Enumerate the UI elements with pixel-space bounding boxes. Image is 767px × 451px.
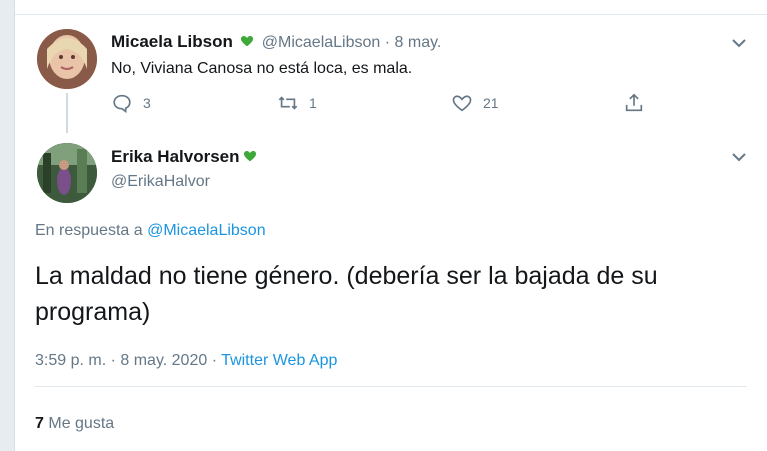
reply-count: 3: [143, 95, 151, 111]
tweet2-timestamp[interactable]: 3:59 p. m. · 8 may. 2020: [35, 352, 207, 369]
reply-button[interactable]: 3: [111, 92, 151, 114]
chevron-down-icon[interactable]: [732, 152, 746, 162]
share-button[interactable]: [623, 92, 645, 114]
avatar-erika[interactable]: [37, 143, 97, 203]
thread-connector: [66, 93, 68, 133]
chevron-down-icon[interactable]: [732, 38, 746, 48]
tweet1-handle[interactable]: @MicaelaLibson: [262, 34, 381, 51]
green-heart-icon: [243, 150, 256, 162]
reply-icon: [113, 94, 131, 114]
avatar-micaela[interactable]: [37, 29, 97, 89]
tweet2-source[interactable]: Twitter Web App: [221, 352, 337, 369]
stats-divider: [35, 386, 747, 387]
tweet2-text: La maldad no tiene género. (debería ser …: [35, 262, 658, 326]
tweet2-handle[interactable]: @ErikaHalvor: [111, 173, 210, 191]
tweet2-meta: 3:59 p. m. · 8 may. 2020 · Twitter Web A…: [35, 352, 337, 370]
like-count: 21: [483, 95, 499, 111]
retweet-count: 1: [309, 95, 317, 111]
green-heart-icon: [241, 35, 254, 47]
tweet1-text: No, Viviana Canosa no está loca, es mala…: [111, 60, 413, 77]
tweet1-date[interactable]: 8 may.: [395, 34, 442, 51]
like-button[interactable]: 21: [451, 92, 499, 114]
tweet1-header: Micaela Libson @MicaelaLibson · 8 may.: [111, 32, 441, 52]
tweet1-author-name[interactable]: Micaela Libson: [111, 32, 233, 51]
share-icon: [625, 93, 643, 112]
retweet-icon: [278, 96, 298, 110]
reply-prefix: En respuesta a: [35, 222, 143, 239]
likes-stat-label: Me gusta: [48, 415, 115, 432]
retweet-button[interactable]: 1: [277, 92, 317, 114]
tweet1-separator: ·: [384, 34, 391, 51]
likes-stat-count: 7: [35, 415, 44, 432]
reply-to-link[interactable]: @MicaelaLibson: [147, 222, 266, 239]
heart-outline-icon: [452, 95, 472, 112]
reply-context: En respuesta a @MicaelaLibson: [35, 222, 266, 240]
tweet2-author-name[interactable]: Erika Halvorsen: [111, 147, 240, 166]
top-divider: [15, 0, 767, 15]
tweet1-actions: 3 1 21: [111, 92, 651, 118]
tweet2-author: Erika Halvorsen: [111, 147, 260, 167]
tweet-thread-card: Micaela Libson @MicaelaLibson · 8 may. N…: [14, 0, 767, 451]
likes-stat[interactable]: 7 Me gusta: [35, 415, 114, 433]
meta-separator: ·: [211, 352, 218, 369]
